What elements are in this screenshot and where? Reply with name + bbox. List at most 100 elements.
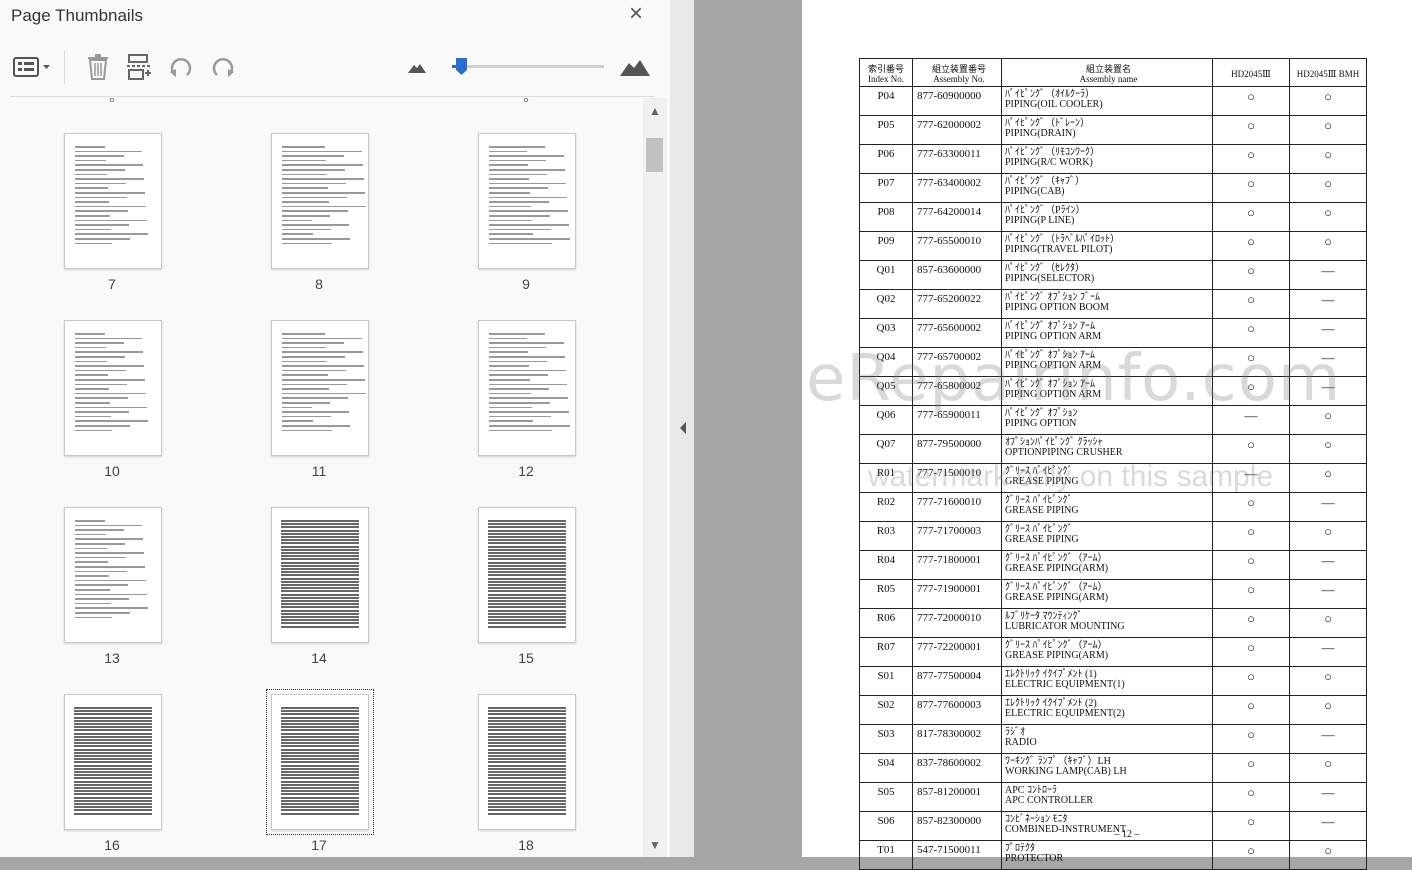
table-row: R03 777-71700003 ｸﾞﾘｰｽ ﾊﾟｲﾋﾟﾝｸﾞ GREASE PIPI…	[859, 521, 1367, 551]
assembly-name-cell: ﾙﾌﾞﾘｹｰﾀ ﾏｳﾝﾃｨﾝｸﾞ LUBRICATOR MOUNTING	[1001, 608, 1213, 638]
collapse-panel-arrow-icon[interactable]	[677, 420, 689, 436]
insert-pages-button[interactable]	[124, 52, 154, 82]
rotate-right-button[interactable]	[208, 52, 238, 82]
assembly-no-cell: 777-62000002	[912, 115, 1002, 145]
thumbnail-page[interactable]	[266, 689, 374, 835]
thumbnail-page[interactable]	[478, 320, 576, 456]
model-2-mark: —	[1289, 782, 1367, 812]
header-assembly-name: 組立装置名 Assembly name	[1001, 58, 1213, 87]
assembly-name-cell: ﾊﾟｲﾋﾟﾝｸﾞ（ｷｬﾌﾞ） PIPING(CAB)	[1001, 173, 1213, 203]
scrollbar-thumb[interactable]	[646, 138, 663, 172]
assembly-no-cell: 817-78300002	[912, 724, 1002, 754]
index-cell: S04	[859, 753, 913, 783]
index-cell: P09	[859, 231, 913, 261]
thumbnail-page[interactable]	[478, 694, 576, 830]
assembly-name-en: ELECTRIC EQUIPMENT(1)	[1005, 679, 1125, 690]
delete-pages-button[interactable]	[84, 52, 112, 82]
model-2-mark: —	[1289, 260, 1367, 290]
thumbnail-page-label: 10	[104, 463, 120, 479]
model-2-mark: ○	[1289, 115, 1367, 145]
index-cell: R02	[859, 492, 913, 522]
table-row: S02 877-77600003 ｴﾚｸﾄﾘｯｸ ｲｸｲﾌﾟﾒﾝﾄ (2) ELECT…	[859, 695, 1367, 725]
thumbnail-page-label: 14	[311, 650, 327, 666]
model-2-mark: ○	[1289, 231, 1367, 261]
assembly-name-en: PIPING(CAB)	[1005, 186, 1065, 197]
zoom-out-button[interactable]	[405, 52, 429, 82]
assembly-name-cell: ｸﾞﾘｰｽ ﾊﾟｲﾋﾟﾝｸﾞ（ｱｰﾑ） GREASE PIPING(ARM)	[1001, 550, 1213, 580]
rotate-left-button[interactable]	[166, 52, 196, 82]
thumbnail-page[interactable]	[271, 507, 369, 643]
assembly-no-cell: 777-65200022	[912, 289, 1002, 319]
options-menu-button[interactable]	[10, 52, 54, 82]
assembly-name-cell: ﾊﾟｲﾋﾟﾝｸﾞ（ｵｲﾙｸｰﾗ） PIPING(OIL COOLER)	[1001, 86, 1213, 116]
thumbnail-page-label: 18	[518, 837, 534, 853]
assembly-no-cell: 777-71800001	[912, 550, 1002, 580]
assembly-name-cell: ﾊﾟｲﾋﾟﾝｸﾞ（ﾘﾓｺﾝﾜｰｸ） PIPING(R/C WORK)	[1001, 144, 1213, 174]
table-row: T01 547-71500011 ﾌﾟﾛﾃｸﾀ PROTECTOR ○ ○	[859, 840, 1367, 870]
model-1-mark: ○	[1212, 724, 1290, 754]
zoom-slider-track[interactable]	[452, 65, 604, 68]
table-row: P05 777-62000002 ﾊﾟｲﾋﾟﾝｸﾞ（ﾄﾞﾚｰﾝ） PIPING(DRA…	[859, 115, 1367, 145]
assembly-name-en: LUBRICATOR MOUNTING	[1005, 621, 1125, 632]
assembly-no-cell: 877-60900000	[912, 86, 1002, 116]
thumbnail-page-label: 16	[104, 837, 120, 853]
index-cell: Q01	[859, 260, 913, 290]
zoom-in-mountain-icon	[620, 60, 650, 76]
model-2-mark: —	[1289, 289, 1367, 319]
thumbnail-page[interactable]	[64, 694, 162, 830]
table-row: S03 817-78300002 ﾗｼﾞｵ RADIO ○ —	[859, 724, 1367, 754]
model-1-mark: ○	[1212, 608, 1290, 638]
thumbnail-page-label: 11	[311, 463, 327, 479]
toolbar-separator	[64, 50, 65, 84]
thumbnail-page[interactable]	[478, 133, 576, 269]
zoom-slider-thumb[interactable]	[455, 57, 468, 76]
assembly-name-cell: ｸﾞﾘｰｽ ﾊﾟｲﾋﾟﾝｸﾞ GREASE PIPING	[1001, 521, 1213, 551]
scroll-up-arrow-icon[interactable]: ▲	[643, 104, 667, 120]
index-cell: S02	[859, 695, 913, 725]
model-1-mark: ○	[1212, 231, 1290, 261]
thumbnail-page-label: 13	[104, 650, 120, 666]
assembly-name-cell: ｴﾚｸﾄﾘｯｸ ｲｸｲﾌﾟﾒﾝﾄ (2) ELECTRIC EQUIPMENT(2…	[1001, 695, 1213, 725]
assembly-no-cell: 777-63300011	[912, 144, 1002, 174]
close-panel-button[interactable]: ×	[622, 2, 650, 28]
model-2-mark: ○	[1289, 695, 1367, 725]
assembly-name-en: PIPING(R/C WORK)	[1005, 157, 1093, 168]
thumbnail-page[interactable]	[64, 507, 162, 643]
assembly-name-en: OPTIONPIPING CRUSHER	[1005, 447, 1123, 458]
thumbnail-page[interactable]	[478, 507, 576, 643]
assembly-name-cell: ﾊﾟｲﾋﾟﾝｸﾞ（ｾﾚｸﾀ） PIPING(SELECTOR)	[1001, 260, 1213, 290]
model-2-mark: ○	[1289, 434, 1367, 464]
model-2-mark: ○	[1289, 753, 1367, 783]
assembly-no-cell: 547-71500011	[912, 840, 1002, 870]
model-2-mark: ○	[1289, 202, 1367, 232]
model-1-mark: ○	[1212, 115, 1290, 145]
assembly-name-en: WORKING LAMP(CAB) LH	[1005, 766, 1127, 777]
thumbnail-page[interactable]	[64, 320, 162, 456]
assembly-name-cell: ﾊﾟｲﾋﾟﾝｸﾞ（Pﾗｲﾝ） PIPING(P LINE)	[1001, 202, 1213, 232]
assembly-name-en: GREASE PIPING	[1005, 534, 1079, 545]
model-1-mark: ○	[1212, 144, 1290, 174]
zoom-in-button[interactable]	[618, 52, 652, 82]
table-row: R05 777-71900001 ｸﾞﾘｰｽ ﾊﾟｲﾋﾟﾝｸﾞ（ｱｰﾑ） GREASE…	[859, 579, 1367, 609]
scroll-down-arrow-icon[interactable]: ▼	[643, 838, 667, 854]
thumbnail-grid: 6 8 7 8 9 10 11 12 13 14 15 16 17 18	[0, 98, 643, 857]
panel-title: Page Thumbnails	[11, 6, 143, 25]
options-menu-icon	[13, 57, 50, 77]
index-cell: P06	[859, 144, 913, 174]
assembly-name-en: GREASE PIPING	[1005, 505, 1079, 516]
index-cell: R05	[859, 579, 913, 609]
assembly-no-cell: 777-71700003	[912, 521, 1002, 551]
thumbnail-page[interactable]	[64, 133, 162, 269]
table-row: P08 777-64200014 ﾊﾟｲﾋﾟﾝｸﾞ（Pﾗｲﾝ） PIPING(P LI…	[859, 202, 1367, 232]
assembly-no-cell: 877-77600003	[912, 695, 1002, 725]
assembly-name-en: PIPING(TRAVEL PILOT)	[1005, 244, 1113, 255]
assembly-name-en: ELECTRIC EQUIPMENT(2)	[1005, 708, 1125, 719]
thumbnail-scrollbar[interactable]: ▲ ▼	[643, 98, 667, 857]
model-1-mark: ○	[1212, 492, 1290, 522]
model-2-mark: —	[1289, 579, 1367, 609]
thumbnail-page[interactable]	[271, 133, 369, 269]
table-row: P07 777-63400002 ﾊﾟｲﾋﾟﾝｸﾞ（ｷｬﾌﾞ） PIPING(CAB)…	[859, 173, 1367, 203]
model-2-mark: —	[1289, 550, 1367, 580]
thumbnail-page[interactable]	[271, 320, 369, 456]
assembly-no-cell: 777-72000010	[912, 608, 1002, 638]
